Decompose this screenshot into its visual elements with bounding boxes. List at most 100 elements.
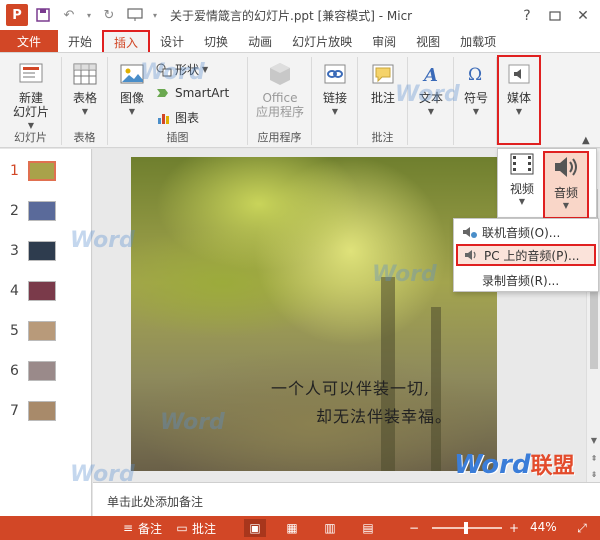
slideshow-view-icon[interactable]: ▤: [358, 519, 378, 537]
slide-number: 4: [10, 283, 19, 299]
slide-quote-line1: 一个人可以伴装一切,: [271, 379, 431, 398]
speaker-icon: [458, 248, 484, 262]
save-icon[interactable]: [32, 4, 54, 26]
slide-thumbnail[interactable]: 2: [10, 201, 56, 221]
next-slide-icon[interactable]: ⇟: [587, 467, 600, 481]
slide-sorter-view-icon[interactable]: ▦: [282, 519, 302, 537]
normal-view-icon[interactable]: ▣: [244, 519, 266, 537]
zoom-slider-knob[interactable]: [464, 522, 468, 534]
zoom-out-icon[interactable]: −: [404, 519, 424, 537]
notes-toggle-button[interactable]: ≡ 备注: [118, 519, 162, 537]
group-label-apps: 应用程序: [257, 131, 302, 144]
zoom-level[interactable]: 44%: [530, 520, 557, 534]
qat-customize-icon[interactable]: ▾: [150, 4, 160, 26]
comment-icon: ▭: [176, 521, 188, 535]
media-button[interactable]: 媒体 ▼: [497, 55, 541, 145]
scroll-down-icon[interactable]: ▼: [587, 433, 600, 447]
smartart-button[interactable]: SmartArt: [156, 85, 229, 101]
slide-thumbnail[interactable]: 1: [10, 161, 56, 181]
menu-item-audio-on-pc[interactable]: PC 上的音频(P)...: [456, 244, 596, 266]
slide-thumbnail[interactable]: 4: [10, 281, 56, 301]
status-bar: ≡ 备注 ▭ 批注 ▣ ▦ ▥ ▤ − + 44% ⤢: [0, 516, 600, 540]
notes-placeholder: 单击此处添加备注: [107, 495, 204, 509]
slide-number: 3: [10, 243, 19, 259]
collapse-ribbon-icon[interactable]: ▲: [582, 135, 590, 146]
start-slideshow-icon[interactable]: [124, 4, 146, 26]
slide-thumbnail[interactable]: 7: [10, 401, 56, 421]
tab-slideshow[interactable]: 幻灯片放映: [282, 30, 362, 52]
chart-button[interactable]: 图表: [156, 109, 199, 126]
reading-view-icon[interactable]: ▥: [320, 519, 340, 537]
media-popup: 视频 ▼ 音频 ▼: [497, 148, 597, 219]
comments-toggle-button[interactable]: ▭ 批注: [172, 519, 216, 537]
undo-dropdown-icon[interactable]: ▾: [84, 4, 94, 26]
slide-thumbnail[interactable]: 5: [10, 321, 56, 341]
close-icon[interactable]: ✕: [570, 3, 596, 29]
notes-pane[interactable]: 单击此处添加备注: [93, 482, 600, 516]
powerpoint-logo-icon: P: [6, 4, 28, 26]
tab-insert[interactable]: 插入: [102, 30, 151, 52]
slide-thumbnail[interactable]: 3: [10, 241, 56, 261]
symbol-button[interactable]: Ω 符号 ▼: [459, 59, 493, 119]
video-label: 视频: [509, 182, 534, 196]
tab-transitions[interactable]: 切换: [194, 30, 238, 52]
prev-slide-icon[interactable]: ⇞: [587, 451, 600, 465]
slide-number: 6: [10, 363, 19, 379]
watermark-text: Word: [70, 228, 135, 253]
audio-button[interactable]: 音频 ▼: [543, 151, 589, 219]
watermark-text: Word: [70, 462, 135, 487]
tab-design[interactable]: 设计: [150, 30, 194, 52]
group-apps: Office 应用程序 应用程序: [248, 57, 312, 145]
menu-item-record-audio[interactable]: 录制音频(R)...: [456, 269, 596, 291]
tab-home[interactable]: 开始: [58, 30, 102, 52]
group-label-illustrations: 插图: [166, 131, 189, 144]
media-button-inner: 媒体 ▼: [501, 59, 537, 119]
tab-animations[interactable]: 动画: [238, 30, 282, 52]
menu-item-online-audio[interactable]: 联机音频(O)...: [456, 221, 596, 243]
slide-quote-line2: 却无法伴装幸福。: [316, 407, 453, 426]
group-tables: 表格 ▼ 表格: [62, 57, 108, 145]
zoom-in-icon[interactable]: +: [504, 519, 524, 537]
slide-thumbnail-image: [28, 201, 56, 221]
tab-addins[interactable]: 加载项: [450, 30, 506, 52]
undo-icon[interactable]: ↶: [58, 4, 80, 26]
chart-icon: [156, 110, 172, 126]
slide-thumbnail-image: [28, 241, 56, 261]
fit-slide-icon[interactable]: ⤢: [572, 519, 592, 537]
restore-ribbon-icon[interactable]: [542, 3, 568, 29]
menu-item-label: PC 上的音频(P)...: [484, 248, 580, 263]
tab-file[interactable]: 文件: [0, 30, 58, 52]
help-icon[interactable]: ?: [514, 3, 540, 29]
redo-icon[interactable]: ↻: [98, 4, 120, 26]
slide-thumbnails-pane: 1 2 3 4 5 6 7: [0, 149, 92, 516]
group-links: 链接 ▼: [312, 57, 358, 145]
table-button[interactable]: 表格 ▼: [68, 59, 102, 119]
svg-text:Ω: Ω: [468, 65, 482, 85]
slide-number: 1: [10, 163, 19, 179]
link-button[interactable]: 链接 ▼: [318, 59, 352, 119]
watermark-logo: Word联盟: [454, 448, 575, 480]
office-apps-button[interactable]: Office 应用程序: [254, 59, 306, 119]
new-slide-button[interactable]: 新建 幻灯片 ▼: [4, 59, 58, 133]
tree-trunk: [381, 277, 395, 471]
slide-thumbnail-image: [28, 361, 56, 381]
group-label-tables: 表格: [73, 131, 96, 144]
chevron-down-icon: ▼: [128, 107, 136, 116]
symbol-icon: Ω: [460, 59, 492, 89]
audio-dropdown-menu: 联机音频(O)... PC 上的音频(P)... 录制音频(R)...: [453, 218, 599, 292]
video-button[interactable]: 视频 ▼: [504, 151, 540, 206]
chevron-down-icon: ▼: [81, 107, 89, 116]
watermark-logo-word: Word: [454, 450, 531, 480]
title-bar: P ↶ ▾ ↻ ▾ 关于爱情箴言的幻灯片.ppt [兼容模式] - Micr ?…: [0, 0, 600, 30]
tab-view[interactable]: 视图: [406, 30, 450, 52]
video-icon: [509, 151, 535, 180]
slide-thumbnail[interactable]: 6: [10, 361, 56, 381]
tab-review[interactable]: 审阅: [362, 30, 406, 52]
image-label: 图像: [119, 91, 144, 105]
table-icon: [69, 59, 101, 89]
group-label-comments: 批注: [371, 131, 394, 144]
link-label: 链接: [322, 91, 347, 105]
slide-number: 5: [10, 323, 19, 339]
comment-label: 批注: [370, 91, 395, 105]
online-audio-icon: [456, 225, 482, 239]
